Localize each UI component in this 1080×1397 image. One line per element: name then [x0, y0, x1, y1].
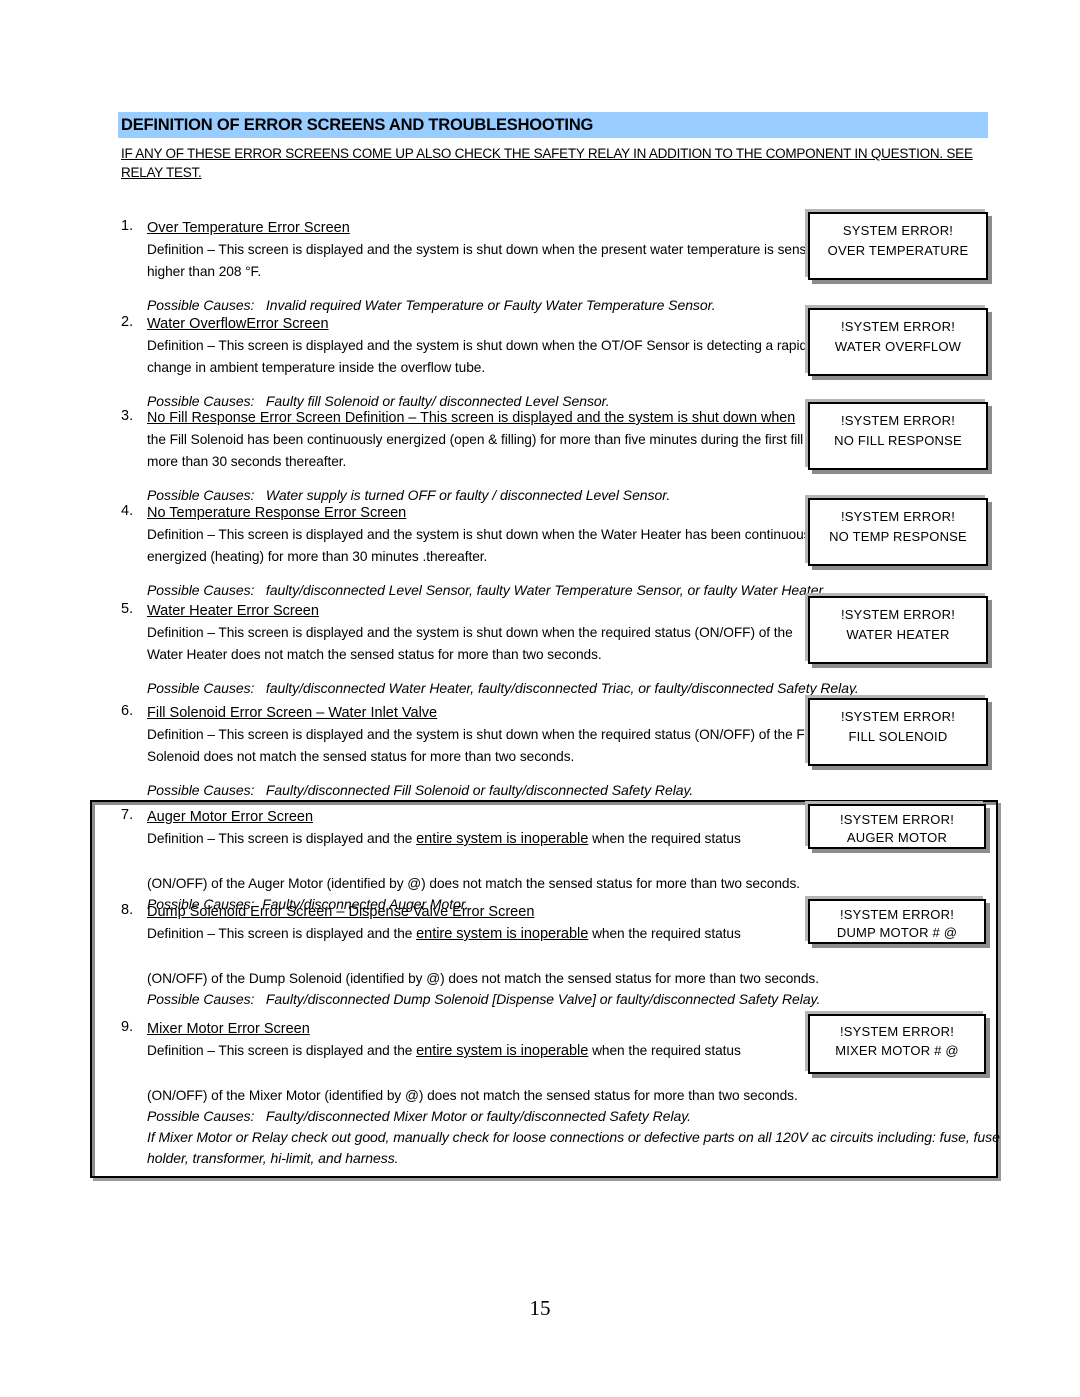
item-number: 9. [121, 1019, 134, 1035]
item-definition-post: when the required status [588, 1043, 741, 1058]
page-number: 15 [529, 1296, 551, 1320]
error-screen-line2: OVER TEMPERATURE [827, 243, 969, 258]
possible-causes-text: faulty/disconnected Water Heater, faulty… [265, 680, 859, 696]
error-screen-line1: !SYSTEM ERROR! [840, 709, 956, 724]
possible-causes-label: Possible Causes: [147, 487, 255, 503]
item-number: 5. [121, 601, 134, 617]
item-heading: No Fill Response Error Screen Definition [147, 410, 405, 426]
item-definition-pre: Definition – This screen is displayed an… [147, 926, 417, 941]
error-screen-box-8: !SYSTEM ERROR! DUMP MOTOR # @ [808, 899, 986, 944]
item-definition-emphasis: entire system is inoperable [416, 1043, 589, 1059]
error-screen-line1: !SYSTEM ERROR! [839, 1024, 955, 1039]
item-definition: Definition – This screen is displayed an… [147, 242, 822, 279]
item-definition-emphasis: entire system is inoperable [416, 926, 589, 942]
item-definition-emphasis: entire system is inoperable [416, 831, 589, 847]
error-screen-line2: WATER OVERFLOW [834, 339, 962, 354]
possible-causes-label: Possible Causes: [147, 393, 255, 409]
item-definition-line2: (ON/OFF) of the Auger Motor (identified … [147, 875, 801, 891]
item-number: 2. [121, 314, 134, 330]
error-screen-box-5: !SYSTEM ERROR! WATER HEATER [808, 596, 988, 664]
possible-causes-text: Invalid required Water Temperature or Fa… [265, 297, 716, 313]
item-number: 7. [121, 807, 134, 823]
error-screen-line1: SYSTEM ERROR! [842, 223, 954, 238]
page-title: DEFINITION OF ERROR SCREENS AND TROUBLES… [121, 116, 594, 134]
error-screen-line1: !SYSTEM ERROR! [840, 607, 956, 622]
error-screen-line2: NO TEMP RESPONSE [829, 529, 967, 544]
item-definition-post: when the required status [588, 926, 741, 941]
document-page: DEFINITION OF ERROR SCREENS AND TROUBLES… [0, 0, 1080, 1397]
error-screen-box-7: !SYSTEM ERROR! AUGER MOTOR [808, 804, 986, 849]
possible-causes-text: Water supply is turned OFF or faulty / d… [265, 487, 671, 503]
possible-causes-text: Faulty/disconnected Fill Solenoid or fau… [265, 782, 694, 798]
error-screen-line1: !SYSTEM ERROR! [840, 509, 956, 524]
item-definition-post: when the required status [588, 831, 741, 846]
error-screen-line2: DUMP MOTOR # @ [836, 925, 958, 940]
item-number: 3. [121, 408, 134, 424]
error-screen-box-4: !SYSTEM ERROR! NO TEMP RESPONSE [808, 498, 988, 566]
error-screen-line2: AUGER MOTOR [846, 830, 948, 845]
possible-causes-label: Possible Causes: [147, 680, 255, 696]
item-definition: Definition – This screen is displayed an… [147, 527, 821, 564]
error-screen-line1: !SYSTEM ERROR! [840, 413, 956, 428]
possible-causes-label: Possible Causes: [147, 991, 255, 1007]
item-definition: Definition – This screen is displayed an… [147, 338, 808, 375]
error-screen-box-1: SYSTEM ERROR! OVER TEMPERATURE [808, 212, 988, 280]
section-title-bar: DEFINITION OF ERROR SCREENS AND TROUBLES… [118, 112, 988, 138]
item-definition: Definition – This screen is displayed an… [147, 727, 814, 764]
item-definition-pre: Definition – This screen is displayed an… [147, 831, 417, 846]
intro-paragraph: IF ANY OF THESE ERROR SCREENS COME UP AL… [121, 144, 989, 182]
error-screen-line1: !SYSTEM ERROR! [840, 319, 956, 334]
possible-causes-label: Possible Causes: [147, 1108, 255, 1124]
item-number: 4. [121, 503, 134, 519]
item-heading-suffix: – This screen is displayed and the syste… [404, 410, 796, 426]
possible-causes-text: Faulty fill Solenoid or faulty/ disconne… [265, 393, 610, 409]
item-definition: the Fill Solenoid has been continuously … [147, 432, 819, 469]
item-definition-line2: (ON/OFF) of the Dump Solenoid (identifie… [147, 970, 819, 986]
error-screen-box-6: !SYSTEM ERROR! FILL SOLENOID [808, 698, 988, 766]
possible-causes-text: faulty/disconnected Level Sensor, faulty… [265, 582, 827, 598]
item-definition-pre: Definition – This screen is displayed an… [147, 1043, 417, 1058]
possible-causes-text: Faulty/disconnected Mixer Motor or fault… [265, 1108, 692, 1124]
error-screen-box-3: !SYSTEM ERROR! NO FILL RESPONSE [808, 402, 988, 470]
error-screen-line2: NO FILL RESPONSE [834, 433, 962, 448]
error-screen-box-9: !SYSTEM ERROR! MIXER MOTOR # @ [808, 1014, 986, 1074]
possible-causes-label: Possible Causes: [147, 582, 255, 598]
item-definition-line2: (ON/OFF) of the Mixer Motor (identified … [147, 1087, 798, 1103]
possible-causes-label: Possible Causes: [147, 782, 255, 798]
item-extra-note: If Mixer Motor or Relay check out good, … [147, 1129, 1000, 1166]
item-number: 8. [121, 902, 134, 918]
intro-text: IF ANY OF THESE ERROR SCREENS COME UP AL… [121, 146, 973, 180]
error-screen-line1: !SYSTEM ERROR! [839, 907, 955, 922]
error-screen-line1: !SYSTEM ERROR! [839, 812, 955, 827]
item-number: 1. [121, 218, 134, 234]
item-definition: Definition – This screen is displayed an… [147, 625, 793, 662]
error-screen-line2: MIXER MOTOR # @ [835, 1043, 959, 1058]
item-number: 6. [121, 703, 134, 719]
error-screen-line2: WATER HEATER [846, 627, 950, 642]
possible-causes-text: Faulty/disconnected Dump Solenoid [Dispe… [265, 991, 821, 1007]
error-screen-line2: FILL SOLENOID [848, 729, 948, 744]
error-screen-box-2: !SYSTEM ERROR! WATER OVERFLOW [808, 308, 988, 376]
possible-causes-label: Possible Causes: [147, 297, 255, 313]
